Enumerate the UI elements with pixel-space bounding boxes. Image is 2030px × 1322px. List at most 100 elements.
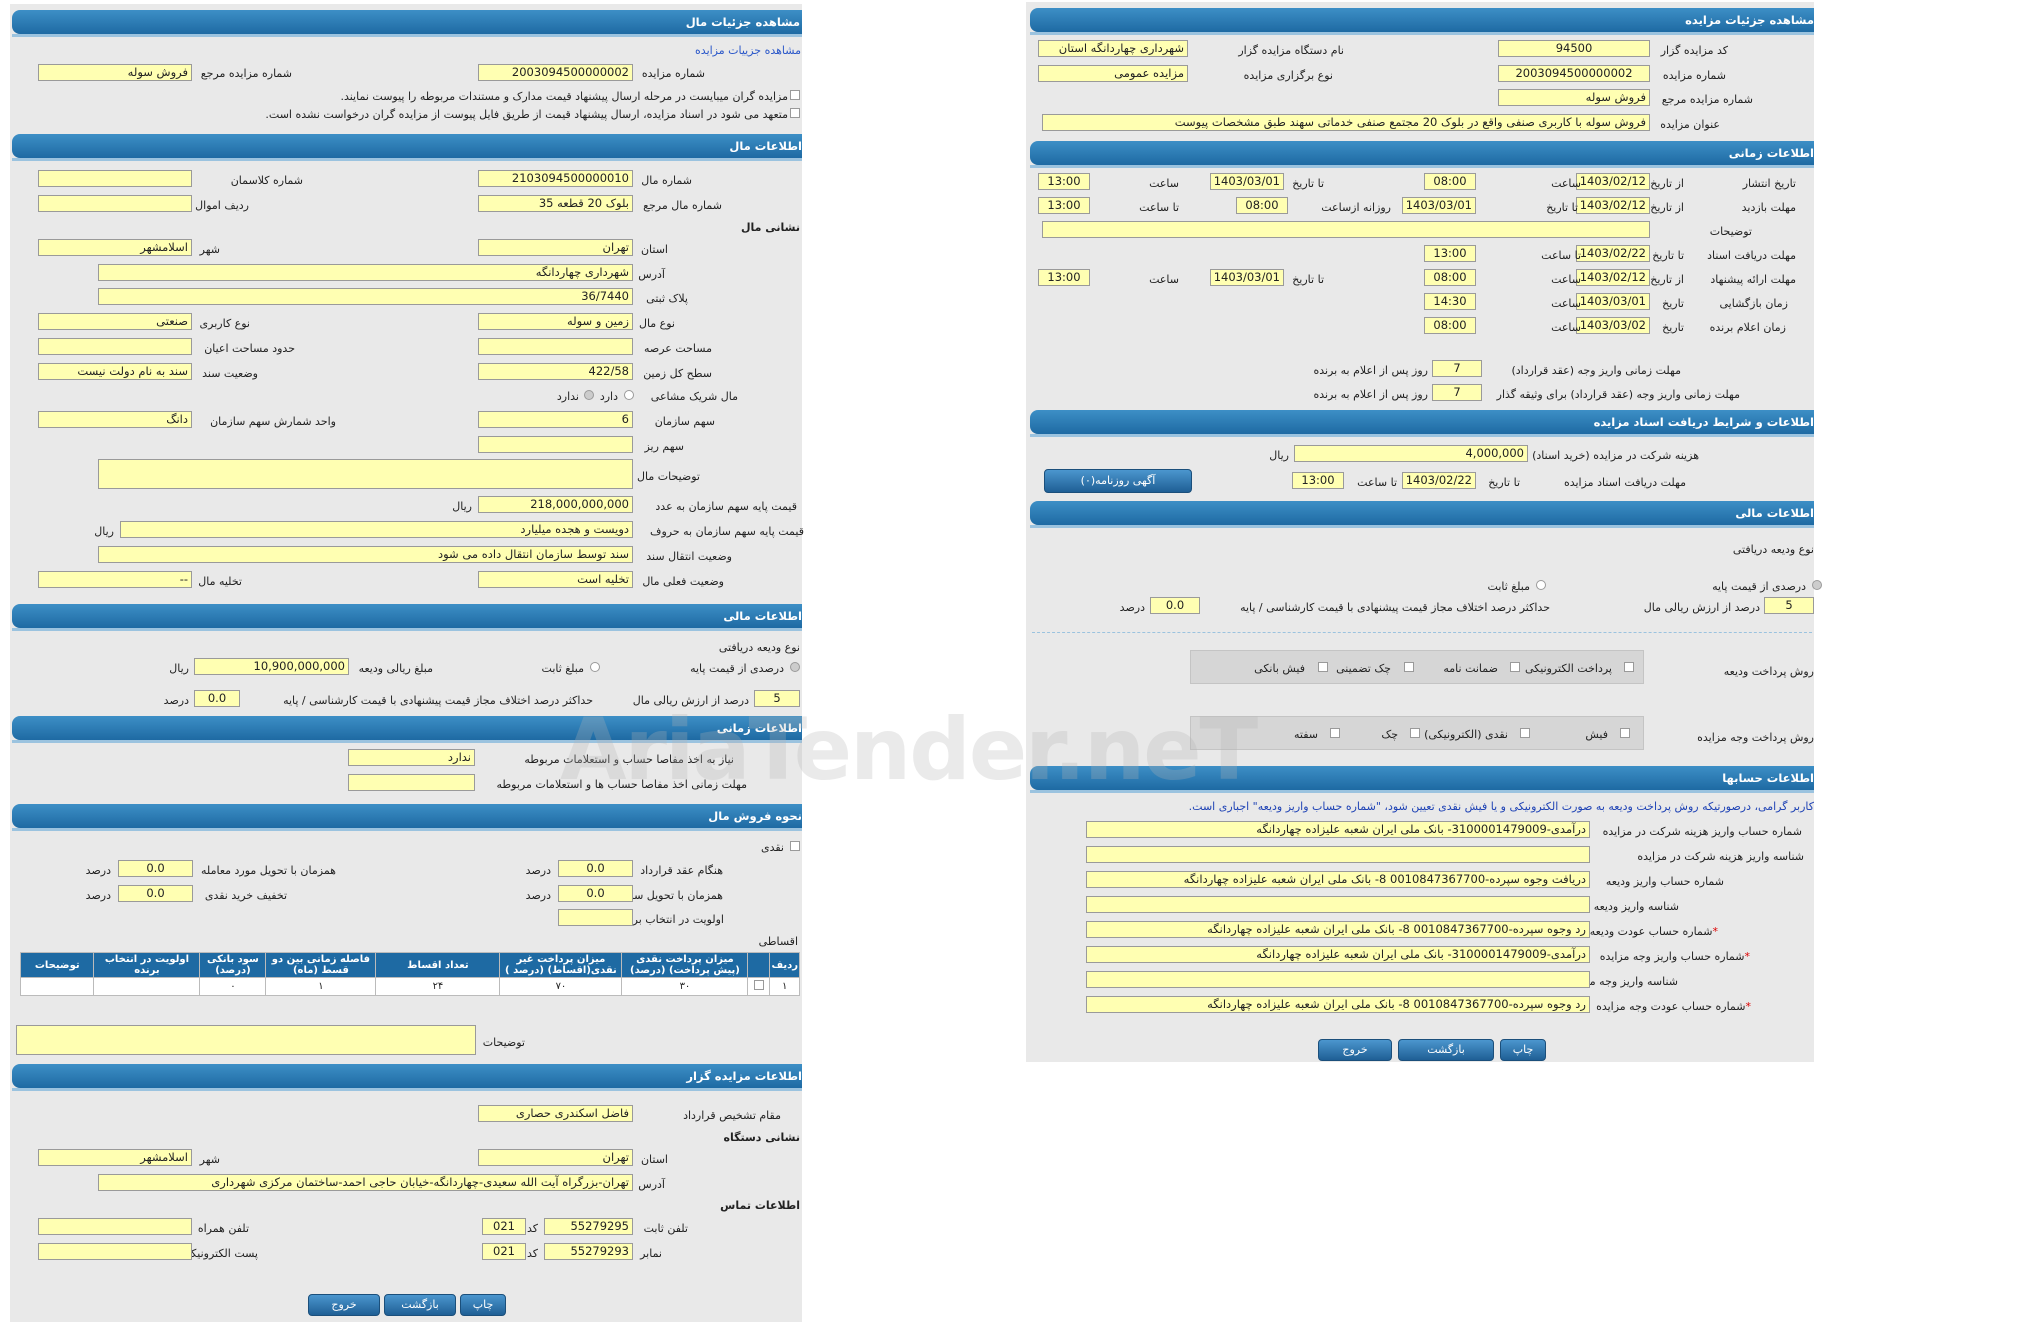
table-header-row: ردیف میزان پرداخت نقدی (پیش پرداخت) (درص… xyxy=(19,952,800,978)
exit-button[interactable]: خروج xyxy=(308,1294,380,1316)
with-deal-field: 0.0 xyxy=(118,860,193,877)
acc2-label: شناسه واریز هزینه شرکت در مزایده xyxy=(1637,850,1804,863)
acc3-field: دریافت وجوه سپرده-0010847367700 8- بانک … xyxy=(1086,871,1590,888)
org-province-label: استان xyxy=(640,1153,668,1166)
pay-opt-1-checkbox xyxy=(1620,728,1630,738)
col-bank-interest: سود بانکی (درصد) xyxy=(199,952,267,978)
has-label: دارد xyxy=(599,390,618,403)
newspaper-ad-button[interactable]: آگهی روزنامه(۰) xyxy=(1044,469,1192,493)
ref-prop-field: بلوک 20 قطعه 35 xyxy=(478,195,633,212)
with-deal-label: همزمان با تحویل مورد معامله xyxy=(201,864,336,877)
deposit-rial-label: ریال xyxy=(169,662,189,675)
installment-label: اقساطی xyxy=(758,935,798,948)
print-button[interactable]: چاپ xyxy=(1500,1039,1546,1061)
publish-from-label: از تاریخ xyxy=(1650,177,1684,190)
fax-code-field: 021 xyxy=(482,1243,526,1260)
transfer-field: سند توسط سازمان انتقال داده می شود xyxy=(98,546,633,563)
phone-field: 55279295 xyxy=(544,1218,633,1235)
acc5-field: رد وجوه سپرده-0010847367700 8- بانک ملی … xyxy=(1086,921,1590,938)
header-title: مشاهده جزئیات مزایده xyxy=(1685,13,1814,27)
percent-base-label: درصدی از قیمت پایه xyxy=(690,662,784,675)
finance-header: اطلاعات مالی xyxy=(1030,501,1814,528)
winner-time-field: 08:00 xyxy=(1424,317,1476,334)
notes-field xyxy=(16,1025,476,1055)
ref-no-label: شماره مزایده مرجع xyxy=(1661,93,1753,106)
col-notes: توضیحات xyxy=(19,952,95,978)
print-button[interactable]: چاپ xyxy=(460,1294,506,1316)
org-name-field: شهرداری چهاردانگه استان xyxy=(1038,40,1188,57)
header-title: اطلاعات مزایده گزار xyxy=(686,1069,802,1083)
cell-interval: ۱ xyxy=(265,977,377,996)
has-radio[interactable] xyxy=(624,390,634,400)
hasnot-radio[interactable] xyxy=(584,390,594,400)
fax-label: نمابر xyxy=(640,1247,662,1260)
deposit-type-label: نوع ودیعه دریافتی xyxy=(718,641,800,654)
header-title: اطلاعات و شرایط دریافت اسناد مزایده xyxy=(1593,415,1814,429)
ref-no-field: فروش سوله xyxy=(1498,89,1650,106)
with-doc-label: همزمان با تحویل سند xyxy=(624,889,723,902)
base-price-label: قیمت پایه سهم سازمان به عدد xyxy=(655,500,797,513)
publish-hour-label: ساعت xyxy=(1551,177,1581,190)
visit-daily-label: روزانه ازساعت xyxy=(1321,201,1391,214)
contract-auth-field: فاضل اسکندری حصاری xyxy=(478,1105,633,1122)
mobile-field xyxy=(38,1218,192,1235)
province-field: تهران xyxy=(478,239,633,256)
doc-deadline-date-field: 1403/02/22 xyxy=(1576,245,1650,262)
back-button[interactable]: بازگشت xyxy=(384,1294,456,1316)
row-checkbox[interactable] xyxy=(753,980,764,990)
auction-details-link[interactable]: مشاهده جزییات مزایده xyxy=(695,44,801,58)
base-words-field: دویست و هجده میلیارد xyxy=(120,521,633,538)
percent-base-radio[interactable] xyxy=(1812,580,1822,590)
fixed-label: مبلغ ثابت xyxy=(541,662,584,675)
pay-opt-3-label: چک xyxy=(1381,728,1398,741)
current-label: وضعیت فعلی مال xyxy=(642,575,724,588)
header-title: نحوه فروش مال xyxy=(708,809,802,823)
total-land-field: 422/58 xyxy=(478,363,633,380)
installment-table: ردیف میزان پرداخت نقدی (پیش پرداخت) (درص… xyxy=(19,952,800,996)
pay-opt-4-label: سفته xyxy=(1294,728,1318,741)
opening-date-field: 1403/03/01 xyxy=(1576,293,1650,310)
auction-no-field: 2003094500000002 xyxy=(1498,65,1650,82)
exit-button[interactable]: خروج xyxy=(1318,1039,1392,1061)
pay-deadline-field: 7 xyxy=(1432,360,1482,377)
acc3-label: شماره حساب واریز ودیعه xyxy=(1605,875,1724,888)
address-field: شهرداری چهاردانگه xyxy=(98,264,633,281)
title-field: فروش سوله با کاربری صنفی واقع در بلوک 20… xyxy=(1042,114,1650,131)
back-button[interactable]: بازگشت xyxy=(1398,1039,1494,1061)
ref-prop-label: شماره مال مرجع xyxy=(643,199,722,212)
auction-no-label: شماره مزایده xyxy=(641,67,705,80)
col-check xyxy=(747,952,771,978)
winner-hour-label: ساعت xyxy=(1551,321,1581,334)
publish-to-label: تا تاریخ xyxy=(1292,177,1324,190)
col-priority: اولویت در انتخاب برنده xyxy=(93,952,201,978)
required-star: * xyxy=(1745,1000,1752,1013)
header-title: اطلاعات زمانی xyxy=(1728,146,1814,160)
org-city-label: شهر xyxy=(199,1153,220,1166)
acc7-field xyxy=(1086,971,1590,988)
acc4-label: شناسه واریز ودیعه xyxy=(1593,900,1679,913)
row-assets-label: ردیف اموال xyxy=(195,199,249,212)
fixed-radio[interactable] xyxy=(1536,580,1546,590)
pay-days2-label: روز پس از اعلام به برنده xyxy=(1313,388,1428,401)
deposit-method-label: روش پرداخت ودیعه xyxy=(1723,665,1814,678)
publish-time-field: 08:00 xyxy=(1424,173,1476,190)
sale-method-header: نحوه فروش مال xyxy=(12,804,802,831)
phone-code-label: کد xyxy=(526,1222,538,1235)
usage-field: صنعتی xyxy=(38,313,192,330)
publish-date-field: 1403/02/12 xyxy=(1576,173,1650,190)
divider xyxy=(1032,632,1812,633)
dep-opt-4-checkbox xyxy=(1318,662,1328,672)
header-title: اطلاعات مالی xyxy=(1735,506,1814,520)
visit-from-label: از تاریخ xyxy=(1650,201,1684,214)
org-share-label: سهم سازمان xyxy=(654,415,715,428)
dep-opt-1-label: پرداخت الکترونیکی xyxy=(1525,662,1612,675)
percent-base-radio[interactable] xyxy=(790,662,800,672)
ref-no-field: فروش سوله xyxy=(38,64,192,81)
transfer-label: وضعیت انتقال سند xyxy=(646,550,732,563)
area-label: مساحت عرصه xyxy=(643,342,712,355)
acc5-label: *شماره حساب عودت ودیعه xyxy=(1590,925,1718,939)
org-address-subheader: نشانی دستگاه xyxy=(723,1131,800,1144)
address-label: آدرس xyxy=(638,268,665,281)
fixed-radio[interactable] xyxy=(590,662,600,672)
cell-row: ۱ xyxy=(769,977,800,996)
